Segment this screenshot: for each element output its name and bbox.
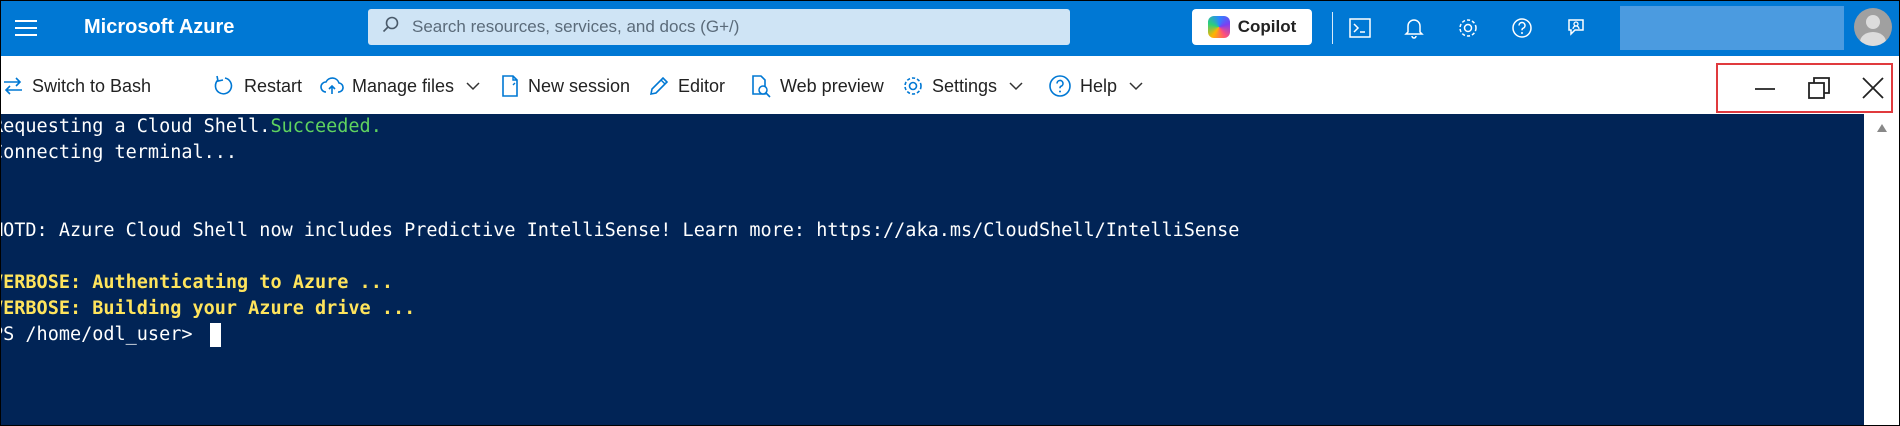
pencil-icon [649, 76, 669, 96]
account-info[interactable] [1620, 6, 1844, 50]
prompt-text: PS /home/odl_user> [0, 324, 204, 345]
chevron-down-icon [466, 82, 480, 91]
top-bar-divider [1332, 12, 1333, 44]
editor-label: Editor [678, 75, 726, 96]
chevron-down-icon [1009, 82, 1023, 91]
copilot-label: Copilot [1237, 17, 1297, 36]
restore-icon[interactable] [1799, 70, 1839, 106]
copilot-icon [1207, 16, 1230, 38]
help-label: Help [1080, 75, 1118, 96]
switch-icon [4, 77, 22, 95]
search-icon [382, 16, 400, 39]
settings-menu-button[interactable]: Settings [902, 58, 1023, 114]
help-circle-icon [1049, 75, 1071, 97]
chevron-down-icon [1129, 82, 1143, 91]
minimize-icon[interactable] [1745, 70, 1785, 106]
new-session-button[interactable]: New session [500, 58, 630, 114]
help-icon[interactable] [1508, 14, 1536, 42]
avatar[interactable] [1854, 8, 1892, 46]
switch-to-bash-button[interactable]: Switch to Bash [2, 58, 151, 114]
copilot-button[interactable]: Copilot [1192, 9, 1312, 45]
editor-button[interactable]: Editor [648, 58, 725, 114]
new-session-icon [502, 75, 518, 97]
verbose-line: VERBOSE: Building your Azure drive ... [0, 298, 416, 319]
search-input[interactable] [410, 16, 1054, 38]
web-preview-label: Web preview [780, 75, 884, 96]
menu-icon[interactable] [12, 14, 40, 42]
terminal-line: Connecting terminal... [0, 142, 238, 163]
web-preview-icon [752, 75, 771, 98]
motd-line: MOTD: Azure Cloud Shell now includes Pre… [0, 220, 1240, 241]
terminal-line: Requesting a Cloud Shell.Succeeded. [0, 116, 382, 137]
terminal-cursor [209, 323, 221, 347]
settings-label: Settings [932, 75, 998, 96]
gear-icon [904, 77, 922, 95]
restart-icon [214, 75, 233, 95]
brand-title[interactable]: Microsoft Azure [84, 16, 234, 39]
switch-to-bash-label: Switch to Bash [32, 75, 152, 96]
verbose-line: VERBOSE: Authenticating to Azure ... [0, 272, 393, 293]
restart-button[interactable]: Restart [214, 58, 302, 114]
web-preview-button[interactable]: Web preview [750, 58, 884, 114]
terminal-scrollbar[interactable] [1864, 114, 1900, 426]
terminal-output[interactable]: Requesting a Cloud Shell.Succeeded. Conn… [0, 114, 1864, 426]
restart-label: Restart [244, 75, 303, 96]
help-menu-button[interactable]: Help [1048, 58, 1143, 114]
feedback-icon[interactable] [1562, 14, 1590, 42]
cloud-upload-icon [320, 77, 344, 94]
scroll-up-arrow-icon[interactable] [1872, 120, 1892, 136]
manage-files-button[interactable]: Manage files [320, 58, 480, 114]
cloud-shell-icon[interactable] [1346, 14, 1374, 42]
success-status: Succeeded. [270, 116, 382, 137]
close-icon[interactable] [1853, 70, 1893, 106]
new-session-label: New session [528, 75, 631, 96]
settings-icon[interactable] [1454, 14, 1482, 42]
manage-files-label: Manage files [352, 75, 455, 96]
cloud-shell-toolbar: Switch to Bash Restart Manage files New … [0, 58, 1900, 114]
notifications-icon[interactable] [1400, 14, 1428, 42]
prompt-line[interactable]: PS /home/odl_user> [0, 322, 221, 348]
search-box[interactable] [368, 9, 1070, 45]
